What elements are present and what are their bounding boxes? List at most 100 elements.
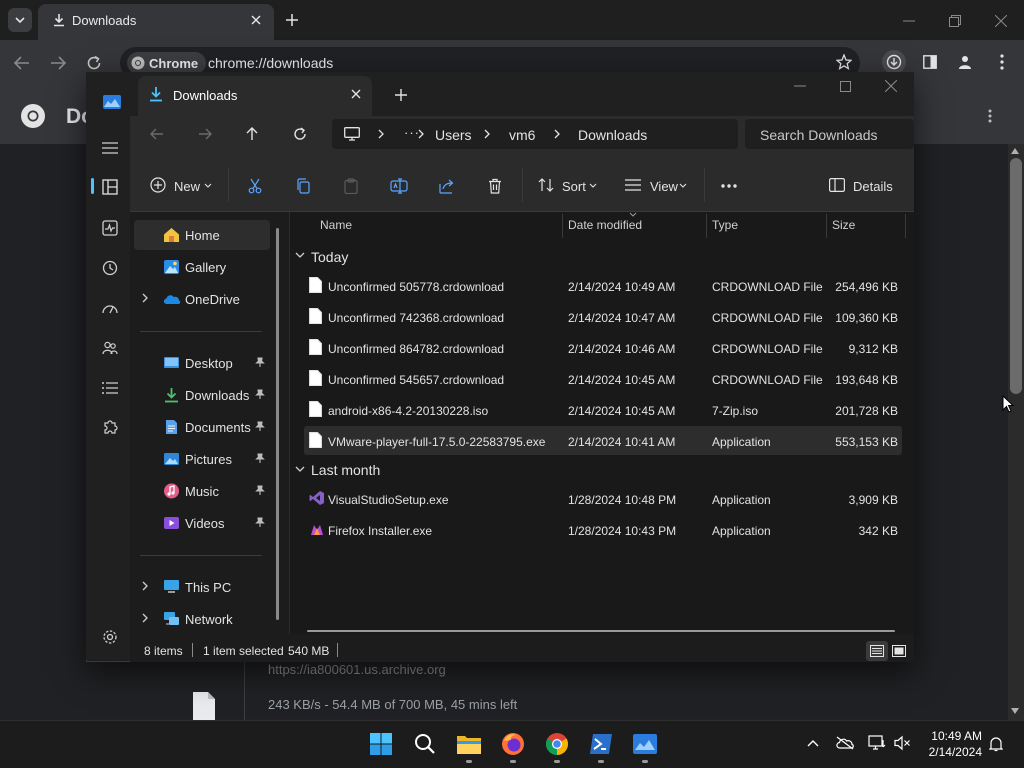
group-header-today[interactable]: Today (311, 250, 348, 264)
explorer-close-button[interactable] (882, 77, 900, 95)
new-tab-button[interactable] (283, 11, 301, 29)
tiles-view-button[interactable] (889, 641, 909, 661)
taskbar-task-manager[interactable] (631, 730, 659, 758)
scrollbar-thumb[interactable] (1010, 158, 1022, 394)
column-header-size[interactable]: Size (832, 219, 855, 231)
hamburger-menu-button[interactable] (100, 138, 120, 158)
explorer-new-tab-button[interactable] (392, 86, 410, 104)
taskbar-file-explorer[interactable] (455, 730, 483, 758)
start-button[interactable] (367, 730, 395, 758)
cut-button[interactable] (244, 175, 266, 197)
bookmark-star-button[interactable] (834, 52, 854, 72)
nav-item-network[interactable]: Network (134, 604, 270, 634)
restore-button[interactable] (946, 12, 964, 30)
taskbar-clock-time[interactable]: 10:49 AM (928, 730, 982, 742)
paste-button[interactable] (340, 175, 362, 197)
scroll-up-icon[interactable] (1011, 148, 1019, 154)
download-source-url[interactable]: https://ia800601.us.archive.org (268, 663, 446, 676)
onedrive-tray-button[interactable] (834, 733, 856, 753)
url-text[interactable]: chrome://downloads (208, 56, 333, 70)
nav-item-videos[interactable]: Videos (134, 508, 270, 538)
notifications-button[interactable] (986, 734, 1006, 754)
column-divider[interactable] (706, 214, 707, 238)
chevron-down-icon[interactable] (295, 252, 305, 258)
explorer-forward-button[interactable] (196, 125, 214, 143)
nav-scrollbar-thumb[interactable] (276, 228, 279, 620)
tab-search-button[interactable] (8, 8, 32, 32)
chevron-right-icon[interactable] (142, 613, 148, 623)
explorer-maximize-button[interactable] (836, 77, 854, 95)
breadcrumb-item-vm6[interactable]: vm6 (509, 128, 535, 142)
side-panel-button[interactable] (920, 52, 940, 72)
nav-item-documents[interactable]: Documents (134, 412, 270, 442)
strip-performance-button[interactable] (100, 298, 120, 318)
details-view-button[interactable] (866, 641, 888, 661)
file-row[interactable]: Unconfirmed 505778.crdownload 2/14/2024 … (304, 271, 902, 300)
explorer-up-button[interactable] (243, 125, 261, 143)
close-tab-button[interactable] (248, 12, 264, 28)
nav-item-downloads[interactable]: Downloads (134, 380, 270, 410)
profile-button[interactable] (955, 52, 975, 72)
close-explorer-tab-button[interactable] (348, 86, 364, 102)
strip-explorer-button[interactable] (100, 177, 120, 197)
breadcrumb-item-downloads[interactable]: Downloads (578, 128, 647, 142)
show-hidden-icons-button[interactable] (804, 734, 822, 752)
strip-details-button[interactable] (100, 378, 120, 398)
share-button[interactable] (436, 175, 458, 197)
nav-item-pictures[interactable]: Pictures (134, 444, 270, 474)
strip-settings-button[interactable] (100, 627, 120, 647)
explorer-minimize-button[interactable] (791, 77, 809, 95)
taskbar-powershell[interactable] (587, 730, 615, 758)
back-button[interactable] (12, 53, 32, 73)
nav-item-music[interactable]: Music (134, 476, 270, 506)
nav-item-gallery[interactable]: Gallery (134, 252, 270, 282)
file-row-selected[interactable]: VMware-player-full-17.5.0-22583795.exe 2… (304, 426, 902, 455)
breadcrumb-item-users[interactable]: Users (435, 128, 472, 142)
nav-item-desktop[interactable]: Desktop (134, 348, 270, 378)
file-row[interactable]: android-x86-4.2-20130228.iso 2/14/2024 1… (304, 395, 902, 424)
strip-users-button[interactable] (100, 338, 120, 358)
column-header-name[interactable]: Name (320, 219, 352, 231)
explorer-refresh-button[interactable] (291, 125, 309, 143)
chrome-menu-button[interactable] (992, 52, 1012, 72)
chrome-downloads-button[interactable] (882, 50, 906, 74)
strip-services-button[interactable] (100, 418, 120, 438)
strip-history-button[interactable] (100, 258, 120, 278)
reload-button[interactable] (84, 53, 104, 73)
taskbar-firefox[interactable] (499, 730, 527, 758)
network-tray-button[interactable] (866, 733, 888, 753)
horizontal-scrollbar-thumb[interactable] (307, 630, 895, 632)
taskbar-chrome[interactable] (543, 730, 571, 758)
nav-item-this-pc[interactable]: This PC (134, 572, 270, 602)
strip-activity-button[interactable] (100, 218, 120, 238)
file-row[interactable]: Unconfirmed 742368.crdownload 2/14/2024 … (304, 302, 902, 331)
file-row[interactable]: Firefox Installer.exe 1/28/2024 10:43 PM… (304, 515, 902, 544)
delete-button[interactable] (484, 175, 506, 197)
close-window-button[interactable] (992, 12, 1010, 30)
column-header-date[interactable]: Date modified (568, 219, 642, 231)
volume-tray-button[interactable] (891, 733, 913, 753)
nav-item-home[interactable]: Home (134, 220, 270, 250)
scroll-down-icon[interactable] (1011, 708, 1019, 714)
search-button[interactable] (411, 730, 439, 758)
column-divider[interactable] (905, 214, 906, 238)
file-row[interactable]: Unconfirmed 545657.crdownload 2/14/2024 … (304, 364, 902, 393)
copy-button[interactable] (292, 175, 314, 197)
explorer-back-button[interactable] (148, 125, 166, 143)
minimize-button[interactable] (900, 12, 918, 30)
chevron-right-icon[interactable] (142, 293, 148, 303)
file-row[interactable]: VisualStudioSetup.exe 1/28/2024 10:48 PM… (304, 484, 902, 513)
chrome-site-chip[interactable]: Chrome (127, 52, 207, 74)
file-row[interactable]: Unconfirmed 864782.crdownload 2/14/2024 … (304, 333, 902, 362)
chevron-down-icon[interactable] (295, 466, 305, 472)
rename-button[interactable] (388, 175, 410, 197)
page-menu-button[interactable] (982, 106, 998, 126)
group-header-last-month[interactable]: Last month (311, 463, 380, 477)
taskbar-clock-date[interactable]: 2/14/2024 (922, 746, 982, 758)
more-options-button[interactable] (716, 175, 742, 197)
forward-button[interactable] (48, 53, 68, 73)
nav-item-onedrive[interactable]: OneDrive (134, 284, 270, 314)
column-divider[interactable] (562, 214, 563, 238)
column-divider[interactable] (826, 214, 827, 238)
column-header-type[interactable]: Type (712, 219, 738, 231)
